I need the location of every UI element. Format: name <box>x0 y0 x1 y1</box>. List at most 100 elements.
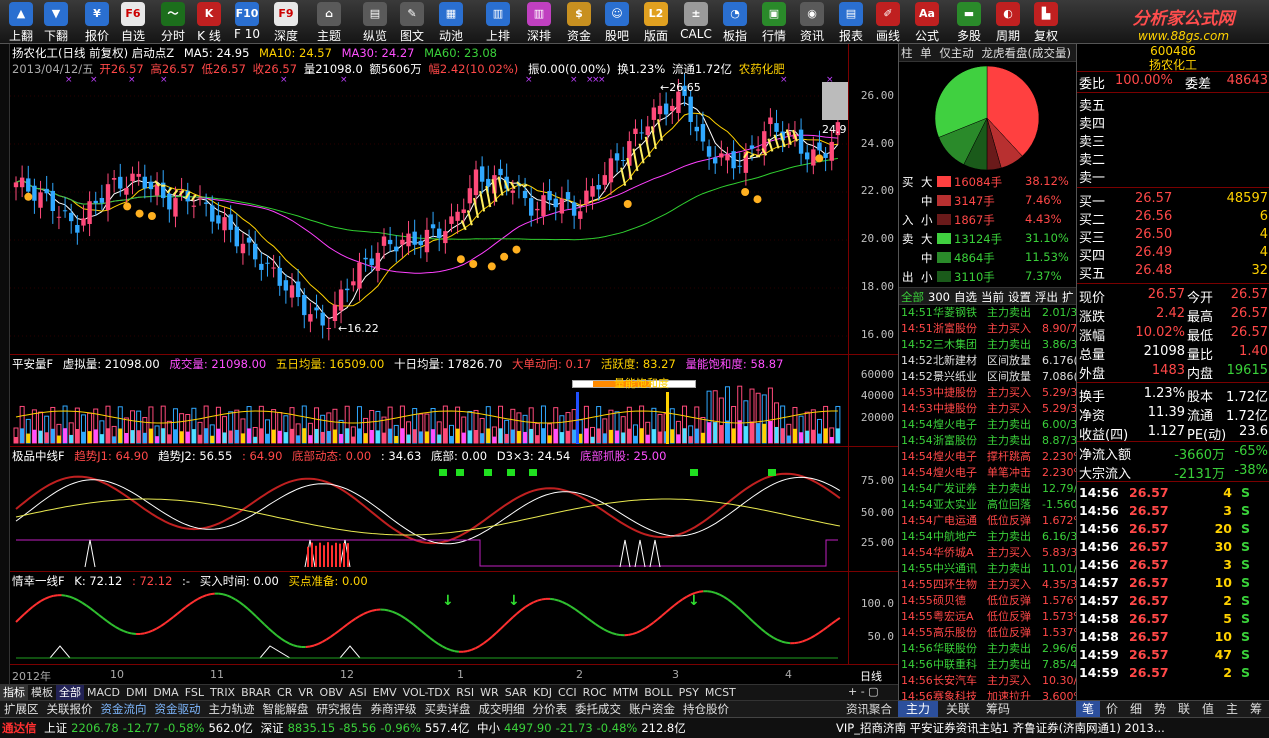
toolbar-draw-button[interactable]: ✐ 画线 <box>869 0 907 44</box>
toolbar-market-button[interactable]: ▣ 行情 <box>755 0 793 44</box>
flow-tab[interactable]: 仅主动 <box>937 46 976 60</box>
function-tab[interactable]: 券商评级 <box>367 701 421 717</box>
toolbar-report-button[interactable]: ▤ 报表 <box>832 0 870 44</box>
toolbar-formula-button[interactable]: Aa 公式 <box>908 0 946 44</box>
alert-tab[interactable]: 当前 <box>979 290 1006 304</box>
indicator-tab-rsi[interactable]: RSI <box>453 685 477 700</box>
alert-row[interactable]: 14:53 中捷股份 主力买入 5.29/3 <box>899 385 1077 401</box>
midline-indicator-pane[interactable]: 极品中线F 趋势J1: 64.90 趋势J2: 56.55 : 64.90 底部… <box>10 447 898 572</box>
alert-tab[interactable]: 全部 <box>899 290 926 304</box>
indicator-tab-kdj[interactable]: KDJ <box>530 685 555 700</box>
chart-area[interactable]: × × × × × × × × × × × × × 扬农化工(日线 前复权) 启动点Z MA5: 24.… <box>10 44 898 686</box>
alert-row[interactable]: 14:54 煌火电子 主力卖出 6.00/3 <box>899 417 1077 433</box>
alert-tab[interactable]: 扩 <box>1060 290 1076 304</box>
period-label[interactable]: 日线 <box>860 668 882 684</box>
toolbar-arrow-down-button[interactable]: ▼ 下翻 <box>37 0 75 44</box>
quote-tab[interactable]: 筹 <box>1244 701 1268 717</box>
zx-label[interactable]: 中小 <box>477 721 500 735</box>
function-tab[interactable]: 主力轨迹 <box>205 701 259 717</box>
flow-bottom-tab[interactable]: 关联 <box>938 701 978 717</box>
indicator-tab-模板[interactable]: 模板 <box>28 685 56 700</box>
function-tab[interactable]: 智能解盘 <box>259 701 313 717</box>
alert-row[interactable]: 14:56 中联重科 主力卖出 7.85/4 <box>899 657 1077 673</box>
alert-row[interactable]: 14:56 长安汽车 主力买入 10.30/ <box>899 673 1077 689</box>
toolbar-rank-button[interactable]: ▥ 上排 <box>479 0 517 44</box>
toolbar-forum-button[interactable]: ☺ 股吧 <box>598 0 636 44</box>
qingxing-pane[interactable]: ↓ ↓ ↓ 情幸一线F K: 72.12 : 72.12 :- 买入时间: 0.00… <box>10 572 898 664</box>
toolbar-fund-button[interactable]: $ 资金 <box>560 0 598 44</box>
flow-tab[interactable]: 单 <box>918 46 934 60</box>
indicator-tab-cr[interactable]: CR <box>274 685 295 700</box>
alert-row[interactable]: 14:54 中航地产 主力卖出 6.16/3 <box>899 529 1077 545</box>
indicator-tab-指标[interactable]: 指标 <box>0 685 28 700</box>
function-tab[interactable]: 资金驱动 <box>151 701 205 717</box>
alert-row[interactable]: 14:52 三木集团 主力卖出 3.86/3 <box>899 337 1077 353</box>
alert-row[interactable]: 14:55 四环生物 主力买入 4.35/3 <box>899 577 1077 593</box>
news-aggregate-tab[interactable]: 资讯聚合 <box>846 701 892 717</box>
kline-pane[interactable]: × × × × × × × × × × × × × 扬农化工(日线 前复权) 启动点Z MA5: 24.… <box>10 44 898 355</box>
alert-row[interactable]: 14:53 中捷股份 主力买入 5.29/3 <box>899 401 1077 417</box>
volume-pane[interactable]: 平安量F 虚拟量: 21098.00 成交量: 21098.00 五日均量: 1… <box>10 355 898 447</box>
alert-row[interactable]: 14:54 华侨城A 主力买入 5.83/3 <box>899 545 1077 561</box>
function-tab[interactable]: 资金流向 <box>97 701 151 717</box>
quote-tab[interactable]: 值 <box>1196 701 1220 717</box>
alert-row[interactable]: 14:56 华联股份 主力卖出 2.96/6 <box>899 641 1077 657</box>
quote-tab[interactable]: 主 <box>1220 701 1244 717</box>
indicator-tab-brar[interactable]: BRAR <box>238 685 274 700</box>
alert-tab[interactable]: 浮出 <box>1033 290 1060 304</box>
sh-label[interactable]: 上证 <box>44 721 67 735</box>
quote-tab[interactable]: 势 <box>1148 701 1172 717</box>
indicator-tab-macd[interactable]: MACD <box>84 685 123 700</box>
alert-row[interactable]: 14:55 中兴通讯 主力卖出 11.01/ <box>899 561 1077 577</box>
alert-row[interactable]: 14:54 亚太实业 高位回落 -1.560 <box>899 497 1077 513</box>
toolbar-overview-button[interactable]: ▤ 纵览 <box>356 0 394 44</box>
zoom-controls[interactable]: + - ▢ <box>848 685 879 698</box>
toolbar-deep-rank-button[interactable]: ▥ 深排 <box>520 0 558 44</box>
indicator-tab-trix[interactable]: TRIX <box>207 685 238 700</box>
left-side-strip[interactable] <box>0 44 10 684</box>
indicator-tab-roc[interactable]: ROC <box>580 685 610 700</box>
toolbar-news-button[interactable]: ◉ 资讯 <box>793 0 831 44</box>
flow-bottom-tab[interactable]: 主力 <box>898 701 938 717</box>
indicator-tab-emv[interactable]: EMV <box>370 685 400 700</box>
quote-tab[interactable]: 价 <box>1100 701 1124 717</box>
indicator-tab-vol-tdx[interactable]: VOL-TDX <box>400 685 454 700</box>
alert-row[interactable]: 14:54 广发证券 主力卖出 12.79/ <box>899 481 1077 497</box>
toolbar-f6-button[interactable]: F6 自选 <box>114 0 152 44</box>
indicator-tab-dmi[interactable]: DMI <box>123 685 150 700</box>
alert-tab[interactable]: 设置 <box>1006 290 1033 304</box>
indicator-tab-asi[interactable]: ASI <box>346 685 370 700</box>
toolbar-restore-button[interactable]: ▙ 复权 <box>1027 0 1065 44</box>
indicator-tab-vr[interactable]: VR <box>295 685 316 700</box>
alert-row[interactable]: 14:55高乐股份低位反弹 1.537% <box>899 625 1077 641</box>
flow-tab[interactable]: 柱 <box>899 46 915 60</box>
sz-label[interactable]: 深证 <box>261 721 284 735</box>
toolbar-price-button[interactable]: ¥ 报价 <box>78 0 116 44</box>
indicator-tab-cci[interactable]: CCI <box>555 685 580 700</box>
toolbar-multi-button[interactable]: ▬ 多股 <box>950 0 988 44</box>
indicator-tab-mtm[interactable]: MTM <box>610 685 642 700</box>
alert-row[interactable]: 14:55粤宏远A 低位反弹 1.573% <box>899 609 1077 625</box>
price-scroll-marker[interactable] <box>822 82 848 120</box>
toolbar-pool-button[interactable]: ▦ 动池 <box>432 0 470 44</box>
toolbar-theme-button[interactable]: ⌂ 主题 <box>310 0 348 44</box>
function-tab[interactable]: 委托成交 <box>571 701 625 717</box>
function-tab[interactable]: 分价表 <box>529 701 572 717</box>
function-tab[interactable]: 成交明细 <box>475 701 529 717</box>
indicator-tab-boll[interactable]: BOLL <box>641 685 675 700</box>
alert-row[interactable]: 14:54煌火电子单笔冲击 2.230% <box>899 465 1077 481</box>
toolbar-layout-l2-button[interactable]: L2 版面 <box>637 0 675 44</box>
alert-tab[interactable]: 300 <box>926 290 952 304</box>
indicator-tab-sar[interactable]: SAR <box>502 685 530 700</box>
indicator-tab-fsl[interactable]: FSL <box>182 685 207 700</box>
function-tab[interactable]: 账户资金 <box>625 701 679 717</box>
indicator-tab-dma[interactable]: DMA <box>150 685 182 700</box>
alert-row[interactable]: 14:52 北新建材 区间放量 6.176( <box>899 353 1077 369</box>
function-tab[interactable]: 扩展区 <box>0 701 43 717</box>
function-tab[interactable]: 持仓股价 <box>679 701 733 717</box>
toolbar-period-button[interactable]: ◐ 周期 <box>989 0 1027 44</box>
toolbar-arrow-up-button[interactable]: ▲ 上翻 <box>2 0 40 44</box>
midline-indicator-chart[interactable] <box>10 447 898 572</box>
alert-row[interactable]: 14:54广电运通低位反弹 1.672% <box>899 513 1077 529</box>
indicator-tab-obv[interactable]: OBV <box>317 685 346 700</box>
